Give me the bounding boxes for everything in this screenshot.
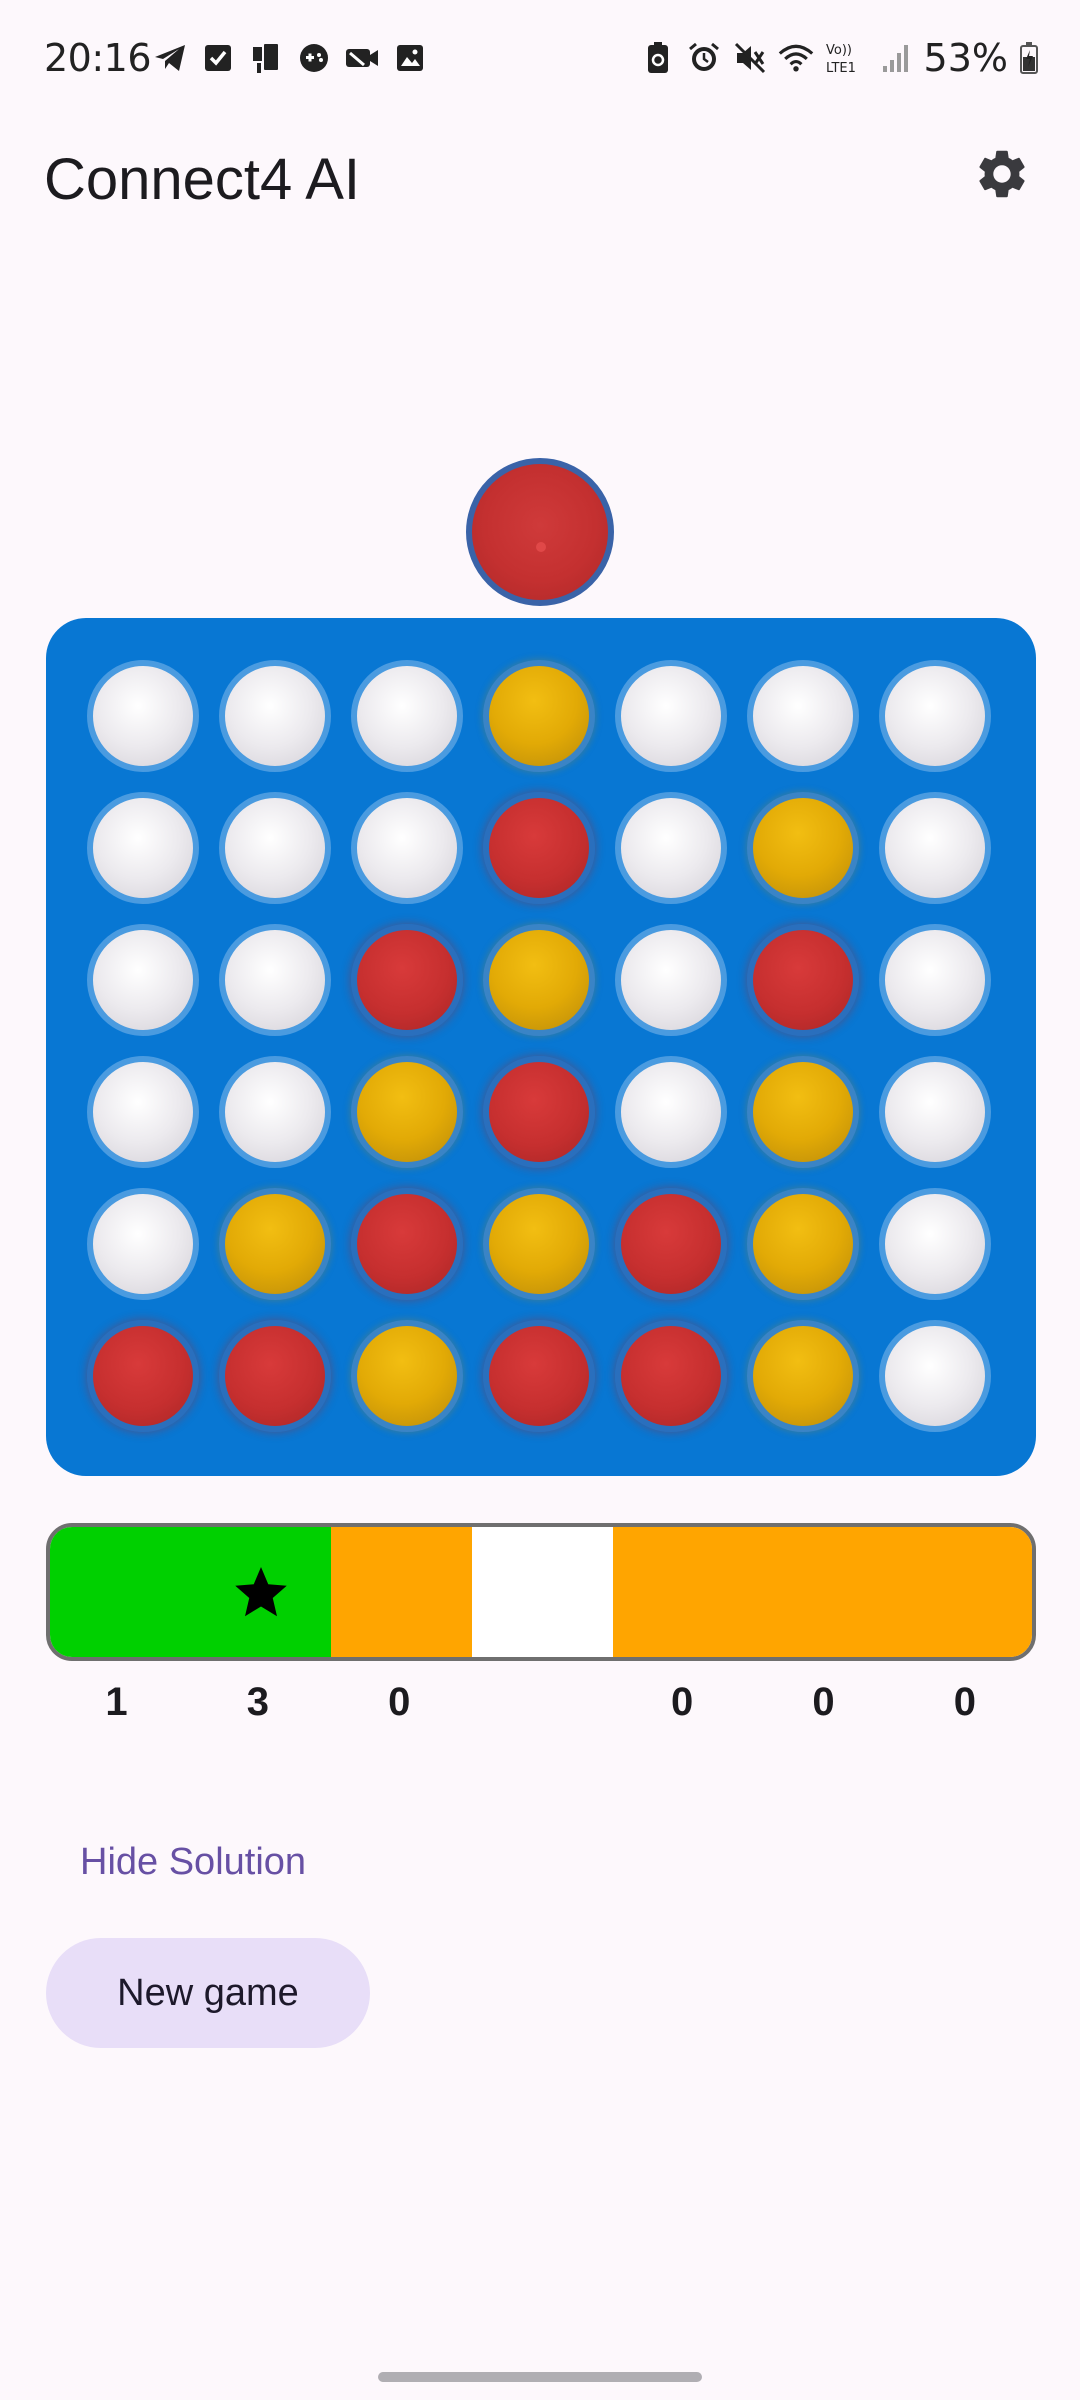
board-cell-r5-c7-empty[interactable] xyxy=(879,1188,991,1300)
device-icon xyxy=(248,40,284,76)
evaluation-segment-col4-white xyxy=(472,1527,613,1657)
alarm-icon xyxy=(686,40,722,76)
board-cell-r4-c2-empty[interactable] xyxy=(219,1056,331,1168)
board-cell-r2-c2-empty[interactable] xyxy=(219,792,331,904)
svg-text:LTE1: LTE1 xyxy=(826,61,856,76)
board-cell-r6-c3-yellow[interactable] xyxy=(351,1320,463,1432)
board-cell-r2-c5-empty[interactable] xyxy=(615,792,727,904)
column-score-5: 0 xyxy=(670,1680,694,1724)
board-cell-r1-c3-empty[interactable] xyxy=(351,660,463,772)
board-cell-r4-c7-empty[interactable] xyxy=(879,1056,991,1168)
board-cell-r3-c6-red[interactable] xyxy=(747,924,859,1036)
board-cell-r2-c4-red[interactable] xyxy=(483,792,595,904)
board-cell-r3-c1-empty[interactable] xyxy=(87,924,199,1036)
image-icon xyxy=(392,40,428,76)
board-cell-r5-c5-red[interactable] xyxy=(615,1188,727,1300)
evaluation-segment-col6-orange xyxy=(754,1527,895,1657)
game-icon xyxy=(296,40,332,76)
camera-off-icon xyxy=(344,40,380,76)
telegram-icon xyxy=(152,40,188,76)
board-cell-r4-c3-yellow[interactable] xyxy=(351,1056,463,1168)
checkbox-icon xyxy=(200,40,236,76)
best-move-star-icon xyxy=(234,1567,287,1617)
column-score-1: 1 xyxy=(105,1680,128,1724)
evaluation-segment-col7-orange xyxy=(895,1527,1032,1657)
settings-button[interactable] xyxy=(970,144,1034,208)
board-cell-r4-c6-yellow[interactable] xyxy=(747,1056,859,1168)
board-cell-r3-c5-empty[interactable] xyxy=(615,924,727,1036)
status-time: 20:16 xyxy=(44,36,152,80)
navigation-handle[interactable] xyxy=(378,2372,702,2382)
app-title: Connect4 AI xyxy=(44,147,360,212)
board-cell-r2-c3-empty[interactable] xyxy=(351,792,463,904)
evaluation-segment-col1-green xyxy=(50,1527,190,1657)
svg-text:Vo)): Vo)) xyxy=(826,43,852,58)
battery-percentage: 53% xyxy=(923,36,1008,80)
board-cell-r5-c3-red[interactable] xyxy=(351,1188,463,1300)
new-game-button[interactable]: New game xyxy=(46,1938,370,2048)
mute-icon xyxy=(732,40,768,76)
signal-icon xyxy=(878,40,914,76)
board-cell-r5-c4-yellow[interactable] xyxy=(483,1188,595,1300)
board-cell-r6-c4-red[interactable] xyxy=(483,1320,595,1432)
board-cell-r1-c6-empty[interactable] xyxy=(747,660,859,772)
board-cell-r3-c3-red[interactable] xyxy=(351,924,463,1036)
board-cell-r6-c5-red[interactable] xyxy=(615,1320,727,1432)
board-cell-r3-c2-empty[interactable] xyxy=(219,924,331,1036)
column-scores: 1 3 0 0 0 0 xyxy=(46,1680,1036,1730)
board-cell-r5-c6-yellow[interactable] xyxy=(747,1188,859,1300)
board-cell-r1-c1-empty[interactable] xyxy=(87,660,199,772)
status-right-icons: Vo)) LTE1 53% xyxy=(640,36,1040,80)
board-cell-r1-c2-empty[interactable] xyxy=(219,660,331,772)
board-cell-r4-c5-empty[interactable] xyxy=(615,1056,727,1168)
evaluation-segment-col5-orange xyxy=(613,1527,754,1657)
board-cell-r4-c1-empty[interactable] xyxy=(87,1056,199,1168)
column-score-2: 3 xyxy=(246,1680,270,1724)
board-cell-r3-c7-empty[interactable] xyxy=(879,924,991,1036)
board-cell-r1-c4-yellow[interactable] xyxy=(483,660,595,772)
drop-disc[interactable] xyxy=(466,458,614,606)
wifi-icon xyxy=(778,40,814,76)
board-cell-r6-c1-red[interactable] xyxy=(87,1320,199,1432)
status-bar: 20:16 Vo)) LTE1 53% xyxy=(0,0,1080,120)
board-cell-r6-c7-empty[interactable] xyxy=(879,1320,991,1432)
board-cell-r1-c7-empty[interactable] xyxy=(879,660,991,772)
game-board[interactable] xyxy=(46,618,1036,1476)
board-cell-r5-c2-yellow[interactable] xyxy=(219,1188,331,1300)
drop-disc-dot xyxy=(536,542,546,552)
hide-solution-button[interactable]: Hide Solution xyxy=(46,1826,346,1898)
board-cell-r2-c7-empty[interactable] xyxy=(879,792,991,904)
volte-icon: Vo)) LTE1 xyxy=(824,40,868,76)
board-cell-r2-c6-yellow[interactable] xyxy=(747,792,859,904)
board-cell-r6-c2-red[interactable] xyxy=(219,1320,331,1432)
board-cell-r2-c1-empty[interactable] xyxy=(87,792,199,904)
column-score-7: 0 xyxy=(953,1680,977,1724)
board-cell-r1-c5-empty[interactable] xyxy=(615,660,727,772)
evaluation-bar xyxy=(46,1523,1036,1661)
evaluation-segment-col3-orange xyxy=(331,1527,472,1657)
board-cell-r6-c6-yellow[interactable] xyxy=(747,1320,859,1432)
evaluation-segment-col2-green xyxy=(190,1527,331,1657)
status-left-icons xyxy=(152,40,428,76)
board-cell-r3-c4-yellow[interactable] xyxy=(483,924,595,1036)
column-score-6: 0 xyxy=(812,1680,835,1724)
column-score-3: 0 xyxy=(388,1680,411,1724)
battery-icon xyxy=(1018,40,1040,76)
board-cell-r4-c4-red[interactable] xyxy=(483,1056,595,1168)
board-cell-r5-c1-empty[interactable] xyxy=(87,1188,199,1300)
battery-saver-icon xyxy=(640,40,676,76)
gear-icon xyxy=(973,145,1031,208)
